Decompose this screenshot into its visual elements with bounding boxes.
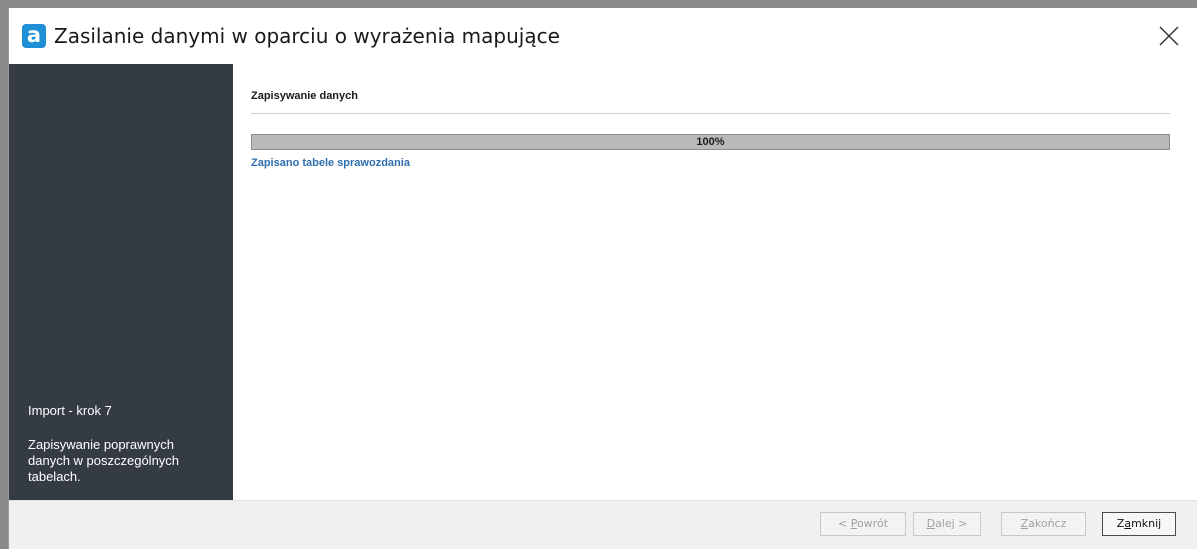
section-divider xyxy=(251,113,1170,114)
app-logo-icon: a xyxy=(22,24,46,48)
step-label: Import - krok 7 xyxy=(28,403,112,418)
wizard-sidebar: Import - krok 7 Zapisywanie poprawnych d… xyxy=(9,64,233,500)
back-button-pre: < xyxy=(837,517,851,530)
title-bar: a Zasilanie danymi w oparciu o wyrażenia… xyxy=(9,8,1197,64)
back-button[interactable]: < Powrót xyxy=(820,512,906,536)
back-button-post: owrót xyxy=(856,517,889,530)
button-bar: < Powrót Dalej > Zakończ Zamknij xyxy=(9,500,1197,549)
section-title: Zapisywanie danych xyxy=(251,90,358,102)
status-message: Zapisano tabele sprawozdania xyxy=(251,157,410,169)
progress-label: 100% xyxy=(696,136,725,148)
close-icon xyxy=(1159,26,1179,46)
window-title: Zasilanie danymi w oparciu o wyrażenia m… xyxy=(54,24,560,48)
close-button-post: mknij xyxy=(1131,517,1162,530)
finish-button-mnemonic: Z xyxy=(1020,517,1029,530)
wizard-content: Zapisywanie danych 100% Zapisano tabele … xyxy=(233,64,1197,500)
finish-button-post: akończ xyxy=(1028,517,1067,530)
close-button[interactable] xyxy=(1155,22,1183,50)
next-button[interactable]: Dalej > xyxy=(913,512,981,536)
next-button-post: alej > xyxy=(935,517,968,530)
progress-bar: 100% xyxy=(251,134,1170,150)
close-dialog-button[interactable]: Zamknij xyxy=(1102,512,1176,536)
step-description: Zapisywanie poprawnych danych w poszczeg… xyxy=(28,437,180,484)
wizard-window: a Zasilanie danymi w oparciu o wyrażenia… xyxy=(8,8,1197,549)
finish-button[interactable]: Zakończ xyxy=(1001,512,1086,536)
next-button-mnemonic: D xyxy=(926,517,936,530)
